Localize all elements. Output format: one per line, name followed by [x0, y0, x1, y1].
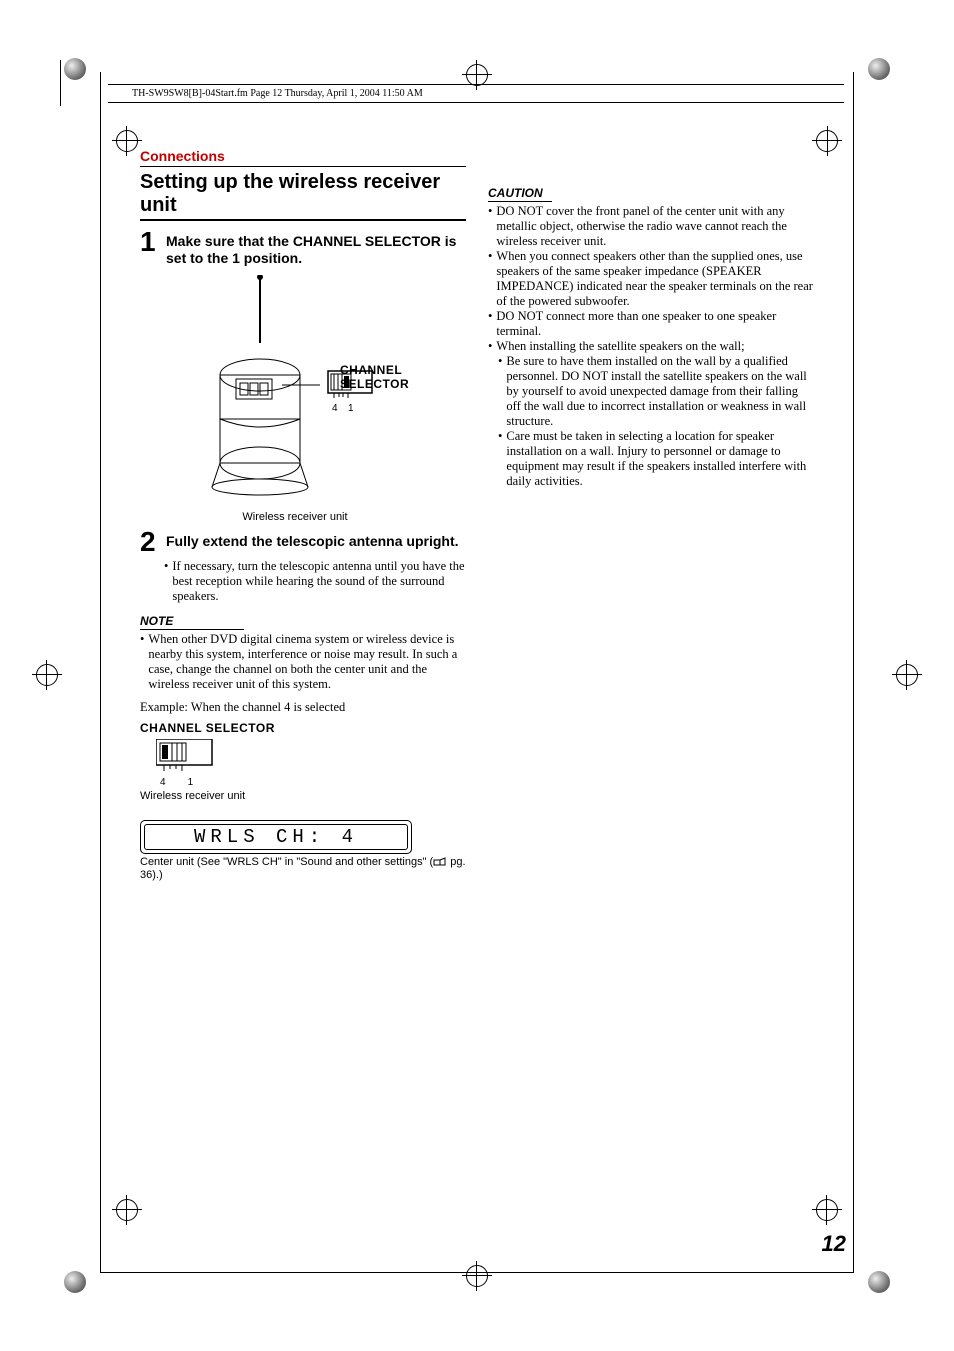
header-text: TH-SW9SW8[B]-04Start.fm Page 12 Thursday…: [132, 88, 423, 99]
step-number: 1: [140, 229, 160, 255]
page-number: 12: [822, 1231, 846, 1257]
caution-text: DO NOT connect more than one speaker to …: [496, 309, 814, 339]
selector-label: CHANNEL SELECTOR: [140, 721, 466, 735]
step-text: Fully extend the telescopic antenna upri…: [166, 529, 459, 550]
lcd-caption: Center unit (See "WRLS CH" in "Sound and…: [140, 856, 466, 882]
registration-left: [32, 660, 62, 690]
crop-mark-tl: [42, 60, 88, 106]
tick-label: 1: [188, 777, 194, 788]
lcd-display: WRLS CH: 4: [140, 820, 412, 854]
caution-text: When you connect speakers other than the…: [496, 249, 814, 309]
section-label: Connections: [140, 148, 466, 167]
selector-figure: 4 1: [156, 739, 466, 788]
caution-sub-item: Be sure to have them installed on the wa…: [498, 354, 814, 429]
header-rule-bottom: [108, 102, 844, 103]
figure-receiver-unit: CHANNEL SELECTOR 4 1 Wireless receiver u…: [190, 275, 410, 523]
tick-label: 4: [160, 777, 166, 788]
step-2: 2 Fully extend the telescopic antenna up…: [140, 529, 466, 555]
caution-heading: CAUTION: [488, 186, 814, 200]
caution-text: When installing the satellite speakers o…: [496, 339, 744, 354]
lcd-text: WRLS CH: 4: [194, 826, 358, 848]
tick-label: 1: [348, 403, 354, 414]
note-item: When other DVD digital cinema system or …: [140, 632, 466, 692]
lcd-caption-a: Center unit (See "WRLS CH" in "Sound and…: [140, 856, 433, 868]
page-ref-icon: [433, 856, 447, 868]
caution-sub-text: Be sure to have them installed on the wa…: [506, 354, 814, 429]
crop-mark-bl: [42, 1245, 88, 1291]
note-rule: [140, 629, 244, 630]
header-rule-top: [108, 84, 844, 85]
tick-label: 4: [332, 403, 338, 414]
selector-caption: Wireless receiver unit: [140, 790, 466, 802]
note-heading: NOTE: [140, 614, 466, 628]
caution-sub-item: Care must be taken in selecting a locati…: [498, 429, 814, 489]
caution-item: When you connect speakers other than the…: [488, 249, 814, 309]
example-line: Example: When the channel 4 is selected: [140, 700, 466, 715]
figure-caption: Wireless receiver unit: [180, 511, 410, 523]
step-text: Make sure that the CHANNEL SELECTOR is s…: [166, 229, 466, 267]
caution-item: When installing the satellite speakers o…: [488, 339, 814, 354]
bullet-text: If necessary, turn the telescopic antenn…: [172, 559, 466, 604]
caution-item: DO NOT connect more than one speaker to …: [488, 309, 814, 339]
caution-rule: [488, 201, 552, 202]
registration-right: [892, 660, 922, 690]
selector-callout-label: CHANNEL SELECTOR: [340, 363, 410, 391]
caution-item: DO NOT cover the front panel of the cent…: [488, 204, 814, 249]
crop-mark-br: [866, 1245, 912, 1291]
caution-sub-text: Care must be taken in selecting a locati…: [506, 429, 814, 489]
step-number: 2: [140, 529, 160, 555]
note-text: When other DVD digital cinema system or …: [148, 632, 466, 692]
step-1: 1 Make sure that the CHANNEL SELECTOR is…: [140, 229, 466, 267]
step-sub-bullet: If necessary, turn the telescopic antenn…: [164, 559, 466, 604]
crop-mark-tr: [866, 60, 912, 106]
caution-text: DO NOT cover the front panel of the cent…: [496, 204, 814, 249]
page-title: Setting up the wireless receiver unit: [140, 171, 466, 221]
